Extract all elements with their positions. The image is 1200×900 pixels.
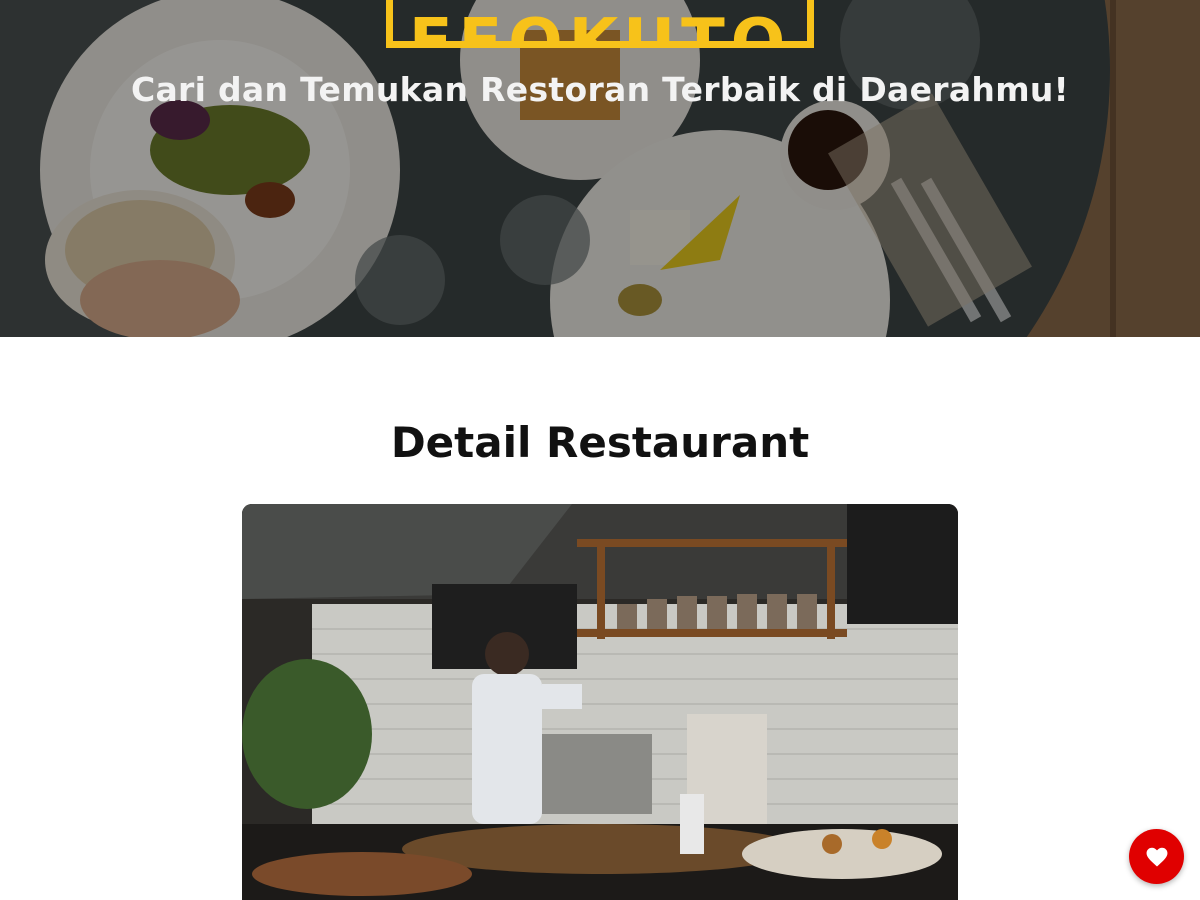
heart-icon xyxy=(1146,847,1167,867)
restaurant-kitchen-image xyxy=(242,504,958,900)
hero: FFOKUTO Cari dan Temukan Restoran Terbai… xyxy=(0,0,1200,337)
hero-overlay xyxy=(0,0,1200,337)
page-title: Detail Restaurant xyxy=(390,418,810,467)
restaurant-image xyxy=(242,504,958,900)
brand-logo-box[interactable]: FFOKUTO xyxy=(386,0,814,48)
hero-tagline: Cari dan Temukan Restoran Terbaik di Dae… xyxy=(130,70,1070,109)
brand-logo-text: FFOKUTO xyxy=(408,6,792,48)
favorite-button[interactable] xyxy=(1129,829,1184,884)
